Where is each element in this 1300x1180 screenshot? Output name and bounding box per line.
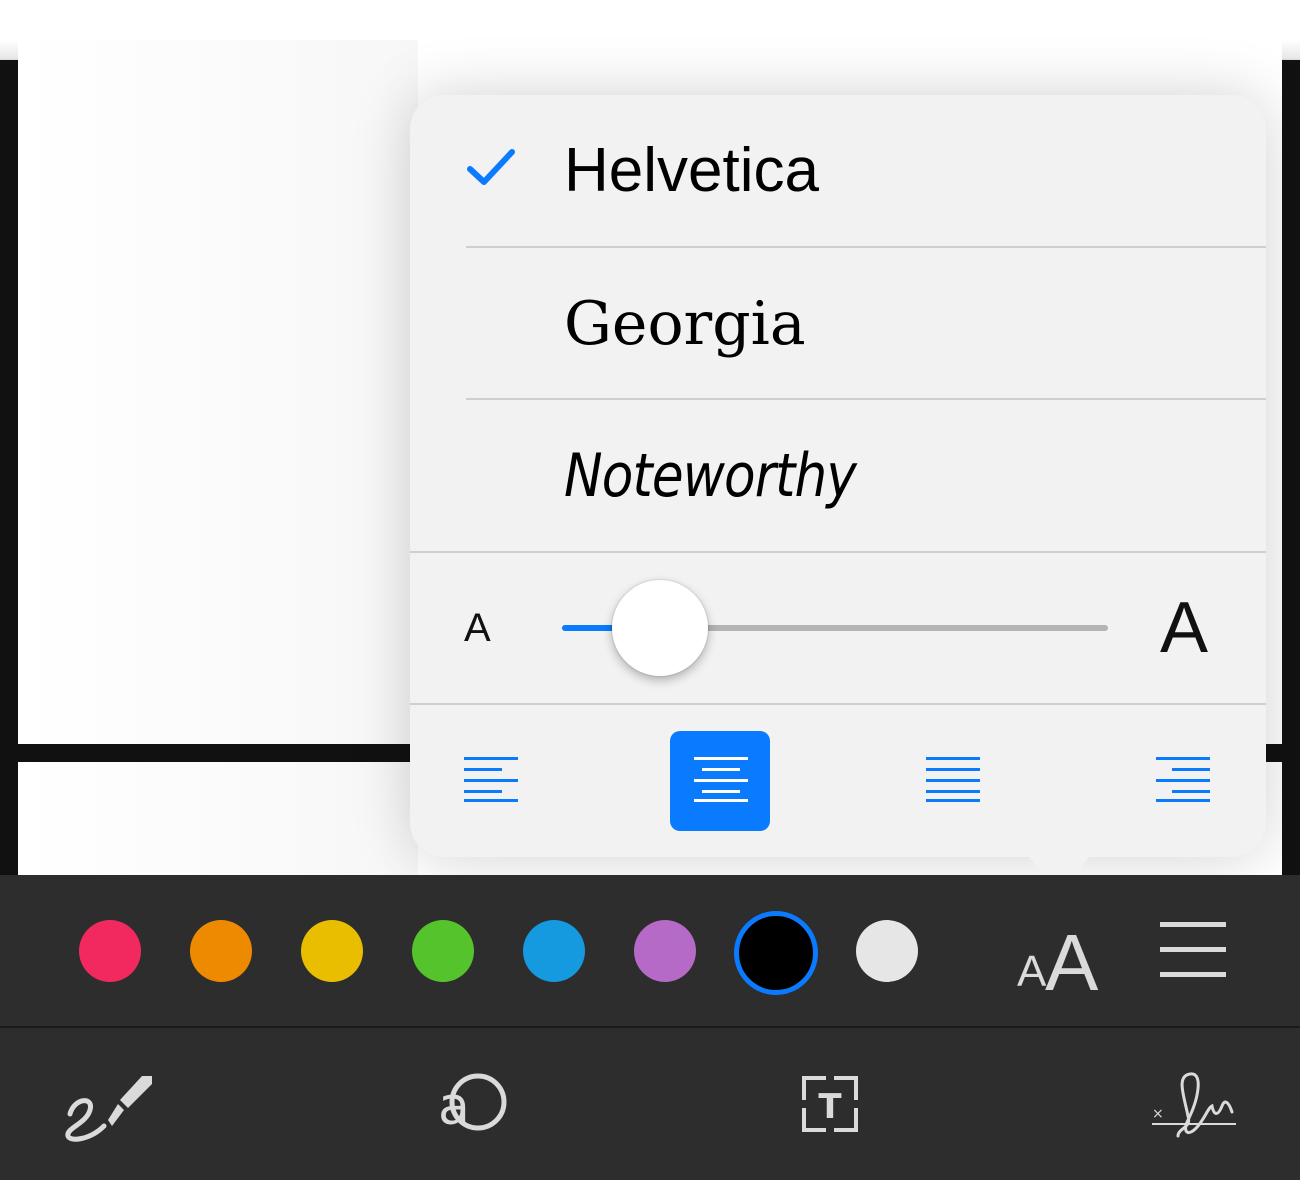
checkmark-icon: [467, 149, 515, 185]
color-toolbar: A A: [0, 875, 1300, 1026]
slider-thumb[interactable]: [612, 580, 709, 676]
font-size-row: A A: [410, 553, 1266, 703]
color-swatch-green[interactable]: [412, 920, 474, 982]
align-justify-button[interactable]: [902, 731, 1002, 831]
font-option-label: Georgia: [564, 289, 806, 359]
align-justify-icon: [926, 757, 980, 802]
large-size-label: A: [1160, 588, 1209, 668]
align-right-icon: [1156, 757, 1210, 802]
color-swatch-purple[interactable]: [634, 920, 696, 982]
color-swatch-pink[interactable]: [79, 920, 141, 982]
font-size-button[interactable]: A A: [1015, 895, 1110, 1007]
font-size-small-glyph: A: [1017, 947, 1047, 996]
align-right-button[interactable]: [1132, 731, 1232, 831]
svg-text:T: T: [818, 1087, 842, 1127]
shape-border-right: [1282, 60, 1300, 875]
sketch-icon[interactable]: [60, 1066, 160, 1142]
svg-text:×: ×: [1152, 1106, 1164, 1122]
shape-border-left: [0, 60, 18, 875]
font-option-label: Helvetica: [564, 136, 819, 205]
magnifier-icon[interactable]: a: [420, 1066, 520, 1142]
font-option-georgia[interactable]: Georgia: [410, 248, 1266, 400]
font-option-label: Noteworthy: [564, 441, 857, 511]
color-swatch-blue[interactable]: [523, 920, 585, 982]
color-swatch-yellow[interactable]: [301, 920, 363, 982]
text-box-icon[interactable]: T: [780, 1066, 880, 1142]
font-option-noteworthy[interactable]: Noteworthy: [410, 400, 1266, 552]
align-center-button[interactable]: [670, 731, 770, 831]
font-option-helvetica[interactable]: Helvetica: [410, 95, 1266, 247]
align-left-button[interactable]: [440, 731, 540, 831]
align-left-icon: [464, 757, 518, 802]
svg-text:a: a: [438, 1077, 470, 1137]
color-swatch-black[interactable]: [734, 911, 818, 995]
color-swatch-orange[interactable]: [190, 920, 252, 982]
text-attributes-popover: Helvetica Georgia Noteworthy A A: [410, 95, 1266, 857]
signature-icon[interactable]: ×: [1148, 1066, 1248, 1142]
hamburger-icon[interactable]: [1160, 920, 1226, 980]
small-size-label: A: [464, 606, 491, 650]
alignment-row: [410, 705, 1266, 855]
color-swatch-light-gray[interactable]: [856, 920, 918, 982]
markup-tool-bar: a T ×: [0, 1028, 1300, 1180]
font-size-large-glyph: A: [1045, 918, 1099, 1007]
align-center-icon: [694, 757, 748, 802]
